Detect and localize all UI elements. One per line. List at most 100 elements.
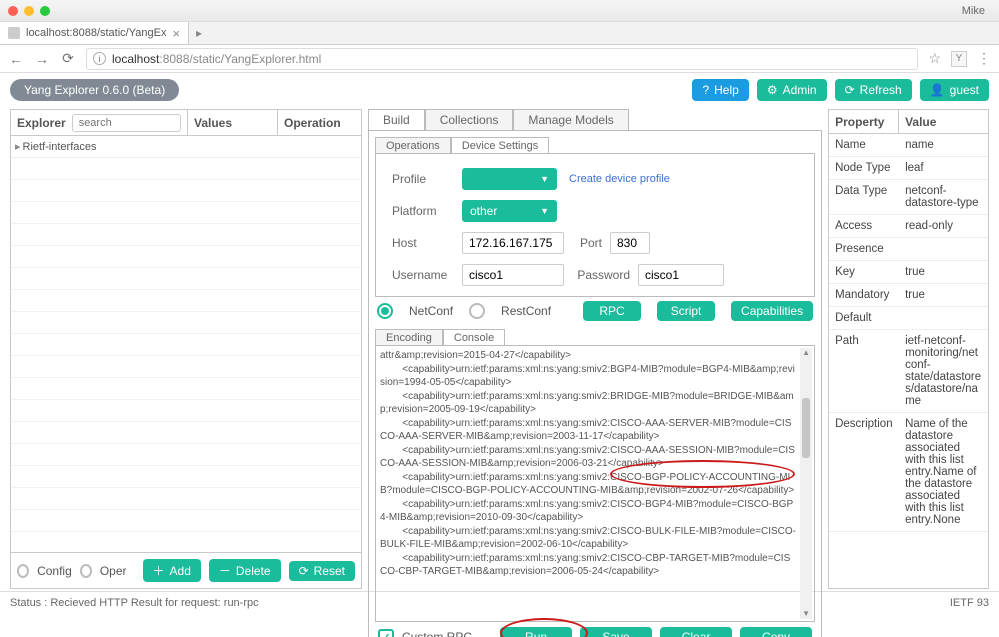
tab-manage-models[interactable]: Manage Models bbox=[513, 109, 628, 130]
property-panel: Property Value NamenameNode TypeleafData… bbox=[828, 109, 989, 589]
config-radio[interactable] bbox=[17, 564, 29, 578]
chevron-down-icon: ▼ bbox=[540, 174, 549, 184]
values-heading: Values bbox=[188, 110, 278, 135]
reload-icon[interactable]: ⟳ bbox=[60, 50, 76, 67]
reset-icon: ⟳ bbox=[299, 564, 309, 578]
mid-tabs: Build Collections Manage Models bbox=[368, 109, 822, 130]
password-label: Password bbox=[572, 268, 630, 282]
tree-body[interactable]: ▸Rietf-interfaces bbox=[11, 136, 361, 552]
netconf-radio[interactable] bbox=[377, 303, 393, 319]
tab-build[interactable]: Build bbox=[368, 109, 425, 130]
search-input[interactable] bbox=[72, 114, 181, 132]
property-value: leaf bbox=[899, 157, 988, 179]
subtab-operations[interactable]: Operations bbox=[375, 137, 451, 154]
scroll-up-icon[interactable]: ▲ bbox=[802, 348, 810, 358]
back-icon[interactable]: ← bbox=[8, 51, 24, 67]
property-row: Mandatorytrue bbox=[829, 284, 988, 307]
property-value: read-only bbox=[899, 215, 988, 237]
oper-radio[interactable] bbox=[80, 564, 92, 578]
user-icon: 👤 bbox=[930, 83, 945, 97]
password-input[interactable] bbox=[638, 264, 724, 286]
script-button[interactable]: Script bbox=[657, 301, 715, 321]
restconf-label: RestConf bbox=[501, 304, 551, 318]
page-icon bbox=[8, 27, 20, 39]
run-button[interactable]: Run bbox=[500, 627, 572, 637]
refresh-button[interactable]: ⟳Refresh bbox=[835, 79, 912, 101]
tab-collections[interactable]: Collections bbox=[425, 109, 514, 130]
value-heading: Value bbox=[899, 110, 988, 133]
property-key: Presence bbox=[829, 238, 899, 260]
status-text: Status : Recieved HTTP Result for reques… bbox=[10, 597, 259, 609]
reset-button[interactable]: ⟳Reset bbox=[289, 561, 355, 581]
help-button[interactable]: ?Help bbox=[692, 79, 748, 101]
username-input[interactable] bbox=[462, 264, 564, 286]
window-title-bar: Mike bbox=[0, 0, 999, 22]
browser-tab[interactable]: localhost:8088/static/YangEx × bbox=[0, 22, 189, 44]
platform-select[interactable]: other▼ bbox=[462, 200, 557, 222]
property-row: Default bbox=[829, 307, 988, 330]
macos-user-name: Mike bbox=[962, 5, 991, 17]
subtab-device-settings[interactable]: Device Settings bbox=[451, 137, 549, 154]
property-key: Default bbox=[829, 307, 899, 329]
property-row: Data Typenetconf-datastore-type bbox=[829, 180, 988, 215]
platform-label: Platform bbox=[392, 204, 454, 218]
admin-button[interactable]: ⚙Admin bbox=[757, 79, 827, 101]
property-key: Node Type bbox=[829, 157, 899, 179]
custom-rpc-checkbox[interactable]: ✓ bbox=[378, 629, 394, 637]
protocol-row: NetConf RestConf RPC Script Capabilities bbox=[375, 297, 815, 325]
restconf-radio[interactable] bbox=[469, 303, 485, 319]
property-value: ietf-netconf-monitoring/netconf-state/da… bbox=[899, 330, 988, 412]
minimize-window-icon[interactable] bbox=[24, 6, 34, 16]
guest-button[interactable]: 👤guest bbox=[920, 79, 989, 101]
port-label: Port bbox=[572, 236, 602, 250]
device-settings: Profile ▼ Create device profile Platform… bbox=[375, 153, 815, 297]
minus-icon: － bbox=[219, 562, 231, 579]
property-row: DescriptionName of the datastore associa… bbox=[829, 413, 988, 532]
forward-icon[interactable]: → bbox=[34, 51, 50, 67]
rpc-button[interactable]: RPC bbox=[583, 301, 641, 321]
tab-encoding[interactable]: Encoding bbox=[375, 329, 443, 346]
tree-node-label: Rietf-interfaces bbox=[23, 141, 97, 153]
status-right: IETF 93 bbox=[950, 597, 989, 609]
tab-title: localhost:8088/static/YangEx bbox=[26, 27, 166, 39]
app-title: Yang Explorer 0.6.0 (Beta) bbox=[10, 79, 179, 101]
site-info-icon[interactable]: i bbox=[93, 52, 106, 65]
scrollbar[interactable]: ▲▼ bbox=[800, 348, 812, 619]
help-icon: ? bbox=[702, 83, 709, 97]
mid-box: Operations Device Settings Profile ▼ Cre… bbox=[368, 130, 822, 637]
new-tab-button[interactable]: ▸ bbox=[189, 22, 209, 44]
custom-rpc-label: Custom RPC bbox=[402, 630, 472, 637]
operation-heading: Operation bbox=[278, 110, 361, 135]
copy-button[interactable]: Copy bbox=[740, 627, 812, 637]
extension-icon[interactable]: Y bbox=[951, 51, 967, 67]
capabilities-button[interactable]: Capabilities bbox=[731, 301, 813, 321]
close-tab-icon[interactable]: × bbox=[172, 26, 180, 41]
tree-row[interactable]: ▸Rietf-interfaces bbox=[11, 136, 361, 158]
property-key: Description bbox=[829, 413, 899, 531]
delete-button[interactable]: －Delete bbox=[209, 559, 281, 582]
console-output[interactable]: attr&amp;revision=2015-04-27</capability… bbox=[375, 345, 815, 622]
menu-icon[interactable]: ⋮ bbox=[977, 50, 991, 67]
tab-console[interactable]: Console bbox=[443, 329, 505, 346]
build-panel: Build Collections Manage Models Operatio… bbox=[368, 109, 822, 589]
bookmark-icon[interactable]: ☆ bbox=[928, 50, 941, 67]
save-button[interactable]: Save bbox=[580, 627, 652, 637]
property-value: true bbox=[899, 284, 988, 306]
create-profile-link[interactable]: Create device profile bbox=[569, 173, 670, 185]
profile-select[interactable]: ▼ bbox=[462, 168, 557, 190]
property-value: Name of the datastore associated with th… bbox=[899, 413, 988, 531]
clear-button[interactable]: Clear bbox=[660, 627, 732, 637]
port-input[interactable] bbox=[610, 232, 650, 254]
scroll-down-icon[interactable]: ▼ bbox=[802, 609, 810, 619]
add-button[interactable]: ＋Add bbox=[143, 559, 201, 582]
close-window-icon[interactable] bbox=[8, 6, 18, 16]
scroll-thumb[interactable] bbox=[802, 398, 810, 458]
property-value: name bbox=[899, 134, 988, 156]
console-text: attr&amp;revision=2015-04-27</capability… bbox=[380, 350, 796, 577]
address-bar[interactable]: i localhost:8088/static/YangExplorer.htm… bbox=[86, 48, 918, 70]
host-input[interactable] bbox=[462, 232, 564, 254]
maximize-window-icon[interactable] bbox=[40, 6, 50, 16]
expand-icon[interactable]: ▸ bbox=[15, 140, 21, 153]
profile-label: Profile bbox=[392, 172, 454, 186]
property-row: Namename bbox=[829, 134, 988, 157]
